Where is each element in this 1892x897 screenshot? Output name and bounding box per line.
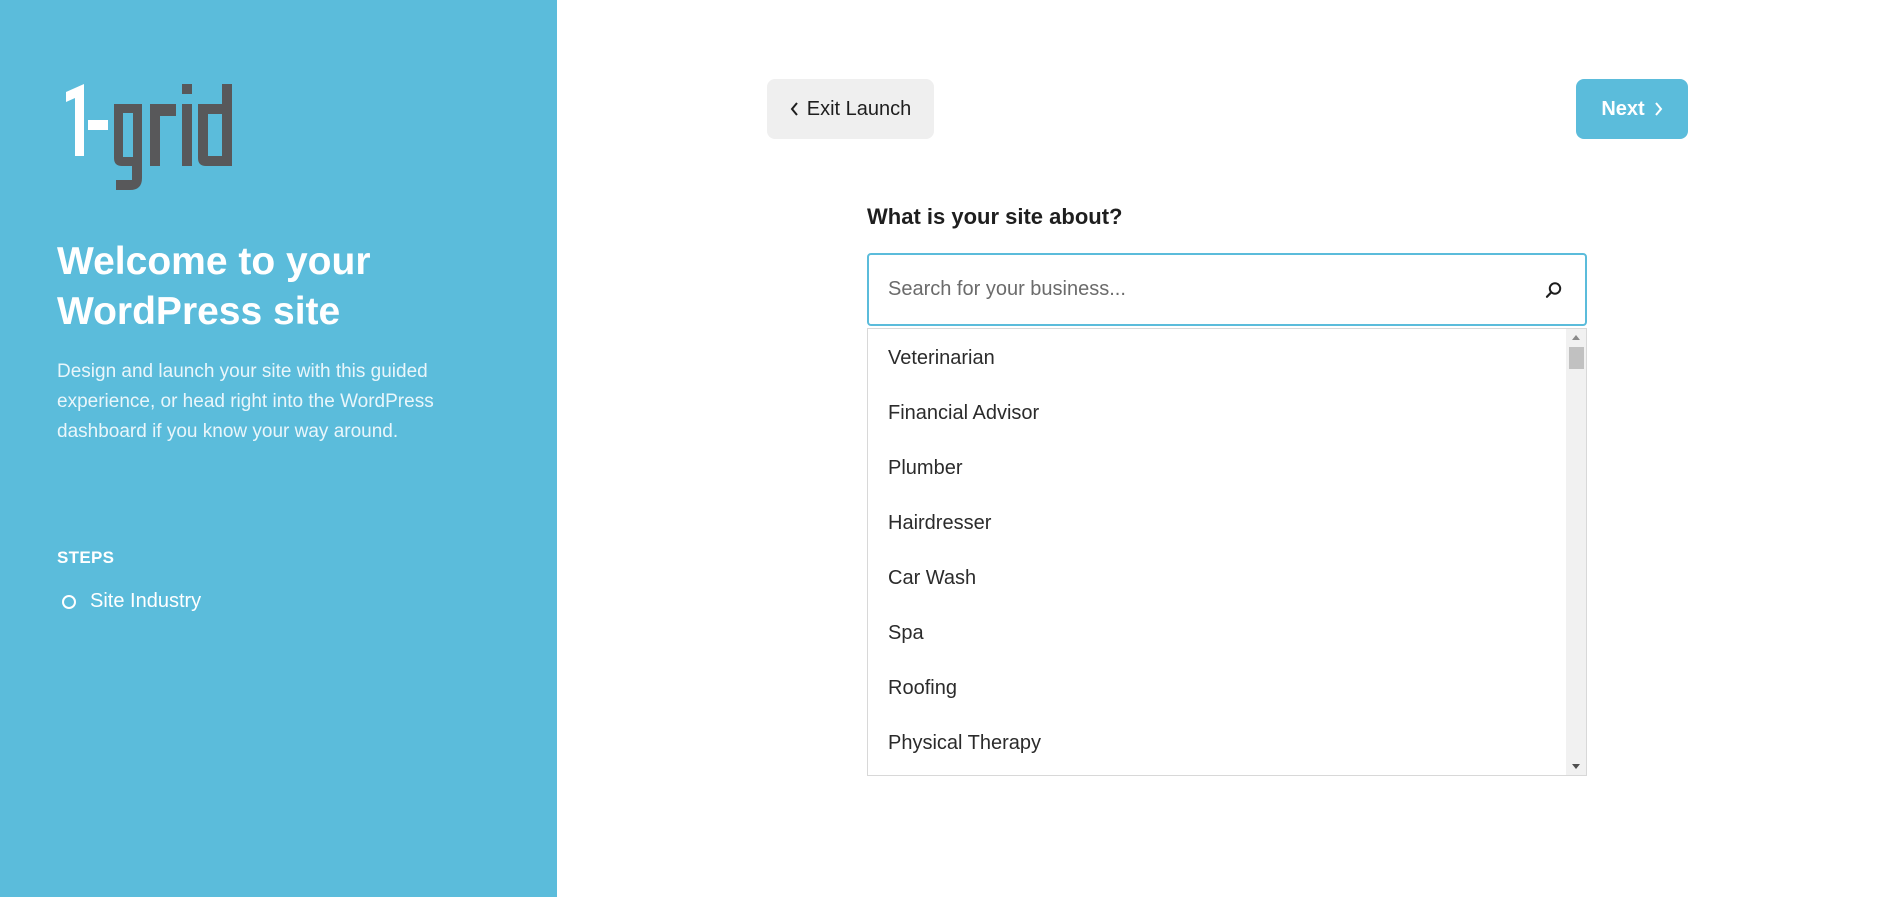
business-option-spa[interactable]: Spa (868, 606, 1586, 661)
next-button[interactable]: Next (1576, 79, 1688, 139)
business-dropdown[interactable]: Veterinarian Financial Advisor Plumber H… (867, 328, 1587, 776)
search-field[interactable] (867, 253, 1587, 326)
search-input[interactable] (869, 255, 1541, 324)
business-option-veterinarian[interactable]: Veterinarian (868, 331, 1586, 386)
circle-outline-icon (62, 594, 76, 609)
intro-text: Design and launch your site with this gu… (57, 361, 434, 442)
steps-heading: STEPS (57, 548, 115, 567)
chevron-left-icon (790, 102, 799, 116)
business-option-roofing[interactable]: Roofing (868, 661, 1586, 716)
search-icon[interactable] (1541, 281, 1567, 299)
dropdown-scrollbar[interactable] (1566, 329, 1586, 775)
welcome-title: Welcome to your WordPress site (57, 240, 371, 333)
business-option-car-wash[interactable]: Car Wash (868, 551, 1586, 606)
business-option-list: Veterinarian Financial Advisor Plumber H… (868, 331, 1586, 771)
brand-logo (62, 84, 306, 190)
logo-1-grid-icon (66, 84, 232, 190)
business-option-physical-therapy[interactable]: Physical Therapy (868, 716, 1586, 771)
sidebar: Welcome to your WordPress site Design an… (0, 0, 557, 897)
site-question: What is your site about? (867, 204, 1123, 229)
next-label: Next (1601, 97, 1645, 120)
business-option-financial-advisor[interactable]: Financial Advisor (868, 386, 1586, 441)
exit-launch-label: Exit Launch (806, 97, 912, 120)
business-option-hairdresser[interactable]: Hairdresser (868, 496, 1586, 551)
exit-launch-button[interactable]: Exit Launch (767, 79, 934, 139)
scroll-down-arrow-icon[interactable] (1566, 758, 1586, 775)
scroll-up-arrow-icon[interactable] (1566, 329, 1586, 346)
step-site-industry[interactable]: Site Industry (62, 590, 201, 613)
business-option-plumber[interactable]: Plumber (868, 441, 1586, 496)
chevron-right-icon (1654, 102, 1663, 116)
step-label: Site Industry (90, 590, 202, 612)
scrollbar-thumb[interactable] (1569, 347, 1584, 369)
